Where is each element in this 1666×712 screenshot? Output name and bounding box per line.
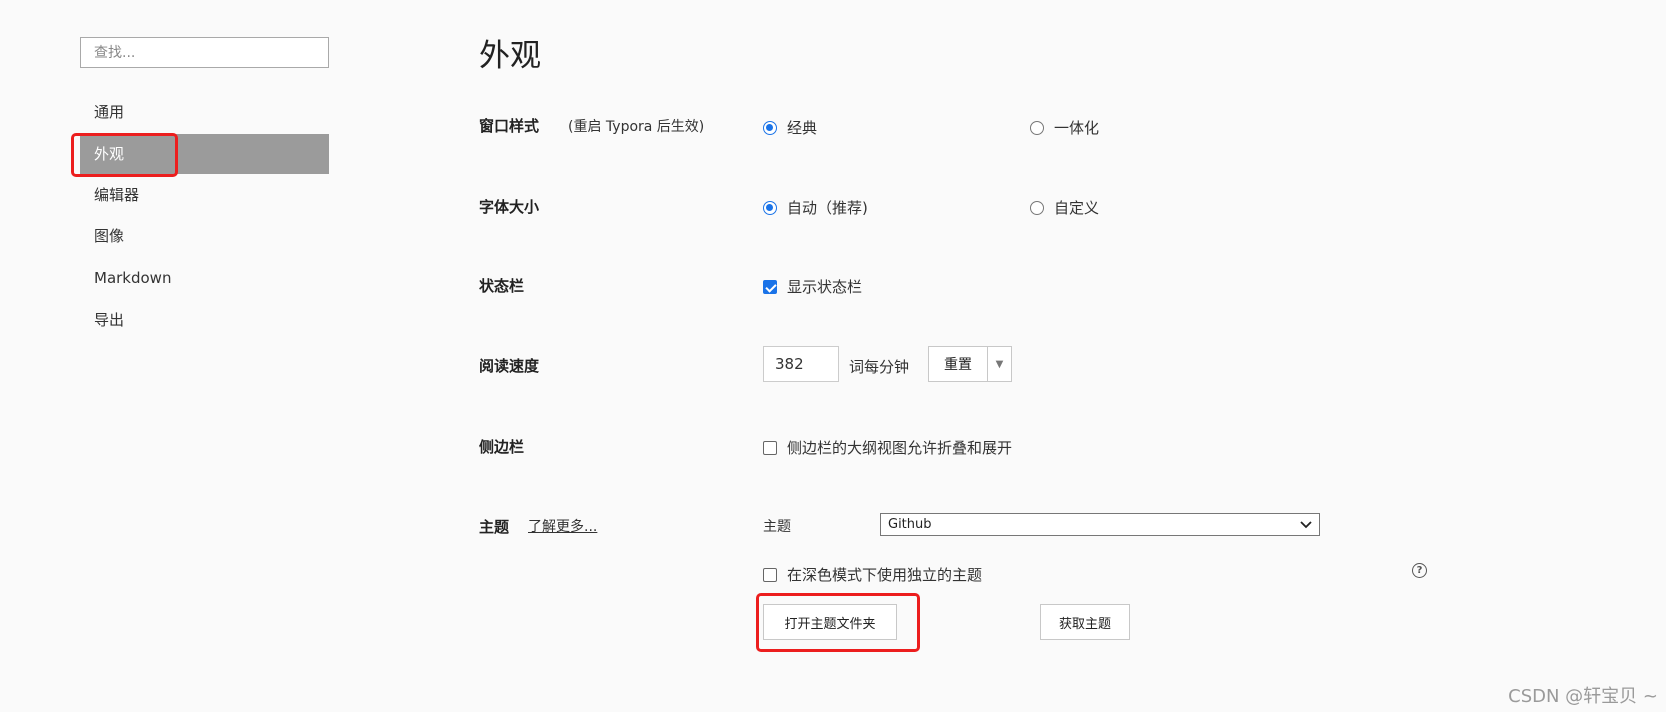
radio-classic-label: 经典 <box>787 119 818 137</box>
checkbox-checked-icon <box>763 279 777 294</box>
reset-dropdown-arrow-icon[interactable]: ▼ <box>987 347 1011 381</box>
radio-unified-label: 一体化 <box>1054 119 1100 137</box>
reading-speed-unit: 词每分钟 <box>849 358 910 376</box>
radio-classic[interactable]: 经典 <box>763 117 817 138</box>
get-themes-button[interactable]: 获取主题 <box>1040 604 1130 640</box>
radio-selected-icon <box>763 120 777 135</box>
page-title: 外观 <box>479 38 541 74</box>
checkbox-unchecked-icon <box>763 567 777 582</box>
outline-collapse-label: 侧边栏的大纲视图允许折叠和展开 <box>787 439 1013 457</box>
sidebar-item-image[interactable]: 图像 <box>80 216 329 256</box>
radio-font-auto-label: 自动（推荐) <box>787 199 868 217</box>
theme-label: 主题 <box>479 518 510 536</box>
theme-select-value: Github <box>888 517 932 532</box>
chevron-down-icon <box>1300 520 1312 528</box>
sidebar-item-editor[interactable]: 编辑器 <box>80 175 329 215</box>
radio-font-custom[interactable]: 自定义 <box>1030 197 1099 218</box>
help-icon[interactable]: ? <box>1412 563 1427 578</box>
radio-font-custom-label: 自定义 <box>1054 199 1100 217</box>
checkbox-unchecked-icon <box>763 440 777 455</box>
sidebar-item-appearance[interactable]: 外观 <box>80 134 329 174</box>
sidebar-item-general[interactable]: 通用 <box>80 92 329 132</box>
reset-button-group: 重置 ▼ <box>928 346 1012 382</box>
reading-speed-input[interactable] <box>763 346 839 382</box>
status-bar-label: 状态栏 <box>479 277 525 295</box>
font-size-label: 字体大小 <box>479 198 540 216</box>
outline-collapse-checkbox[interactable]: 侧边栏的大纲视图允许折叠和展开 <box>763 437 1012 458</box>
sidebar-setting-label: 侧边栏 <box>479 438 525 456</box>
dark-theme-label: 在深色模式下使用独立的主题 <box>787 566 983 584</box>
radio-selected-icon <box>763 200 777 215</box>
sidebar-item-markdown[interactable]: Markdown <box>80 258 329 298</box>
radio-unified[interactable]: 一体化 <box>1030 117 1099 138</box>
reading-speed-label: 阅读速度 <box>479 357 540 375</box>
window-style-note: (重启 Typora 后生效) <box>568 119 705 135</box>
show-status-bar-label: 显示状态栏 <box>787 278 863 296</box>
reset-button[interactable]: 重置 <box>929 347 987 381</box>
radio-font-auto[interactable]: 自动（推荐) <box>763 197 868 218</box>
radio-unselected-icon <box>1030 200 1044 215</box>
open-theme-folder-button[interactable]: 打开主题文件夹 <box>763 604 897 640</box>
theme-select[interactable]: Github <box>880 513 1320 536</box>
sidebar-item-export[interactable]: 导出 <box>80 300 329 340</box>
show-status-bar-checkbox[interactable]: 显示状态栏 <box>763 276 862 297</box>
dark-theme-checkbox[interactable]: 在深色模式下使用独立的主题 <box>763 564 982 585</box>
theme-select-label: 主题 <box>763 519 791 535</box>
search-input[interactable] <box>80 37 329 68</box>
learn-more-link[interactable]: 了解更多... <box>528 516 597 536</box>
window-style-label: 窗口样式 <box>479 117 540 135</box>
radio-unselected-icon <box>1030 120 1044 135</box>
watermark: CSDN @轩宝贝 ~ <box>1508 686 1658 707</box>
